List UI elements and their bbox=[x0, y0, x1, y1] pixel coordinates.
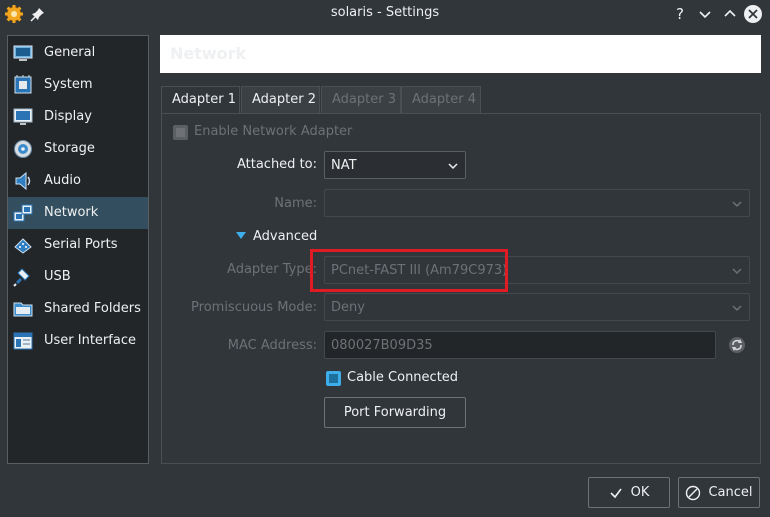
mac-address-value: 080027B09D35 bbox=[331, 338, 433, 353]
promiscuous-mode-select[interactable]: Deny bbox=[324, 293, 750, 321]
chevron-down-icon bbox=[732, 201, 742, 208]
sidebar-item-label: Storage bbox=[44, 141, 95, 156]
adapter-type-label: Adapter Type: bbox=[227, 262, 317, 277]
promiscuous-mode-value: Deny bbox=[331, 300, 365, 315]
ok-button[interactable]: OK bbox=[588, 477, 670, 508]
sidebar-item-serial-ports[interactable]: Serial Ports bbox=[8, 229, 148, 261]
general-icon bbox=[13, 45, 33, 61]
maximize-icon bbox=[724, 9, 736, 17]
name-label: Name: bbox=[274, 196, 317, 211]
ok-label: OK bbox=[630, 485, 650, 500]
page-title: Network bbox=[170, 44, 247, 63]
network-icon bbox=[13, 204, 33, 222]
chevron-down-icon bbox=[448, 163, 458, 170]
sidebar-item-label: User Interface bbox=[44, 333, 136, 348]
maximize-button[interactable] bbox=[720, 4, 740, 24]
sidebar-item-label: Shared Folders bbox=[44, 301, 141, 316]
tab-adapter-1[interactable]: Adapter 1 bbox=[161, 86, 240, 114]
port-forwarding-button[interactable]: Port Forwarding bbox=[324, 397, 466, 428]
sidebar-item-display[interactable]: Display bbox=[8, 101, 148, 133]
user-interface-icon bbox=[13, 332, 33, 350]
storage-icon bbox=[14, 140, 32, 158]
sidebar-item-user-interface[interactable]: User Interface bbox=[8, 325, 148, 357]
audio-icon bbox=[15, 171, 31, 191]
advanced-label: Advanced bbox=[253, 229, 318, 244]
attached-to-label: Attached to: bbox=[236, 157, 317, 172]
tab-adapter-4[interactable]: Adapter 4 bbox=[401, 86, 481, 113]
checkmark-icon bbox=[176, 128, 185, 137]
page-header: Network bbox=[160, 35, 761, 73]
help-button[interactable]: ? bbox=[670, 4, 690, 24]
help-icon: ? bbox=[676, 5, 684, 23]
settings-sidebar: General System Display Storage Audio Net… bbox=[7, 35, 149, 464]
checkbox-fill-icon bbox=[329, 374, 338, 383]
title-bar: solaris - Settings ? bbox=[0, 0, 770, 28]
sidebar-item-storage[interactable]: Storage bbox=[8, 133, 148, 165]
sidebar-item-label: Serial Ports bbox=[44, 237, 118, 252]
attached-to-value: NAT bbox=[331, 158, 357, 173]
sidebar-item-label: USB bbox=[44, 269, 71, 284]
enable-adapter-label: Enable Network Adapter bbox=[194, 124, 353, 139]
tab-adapter-3[interactable]: Adapter 3 bbox=[321, 86, 401, 113]
sidebar-item-audio[interactable]: Audio bbox=[8, 165, 148, 197]
close-icon bbox=[744, 5, 762, 23]
display-icon bbox=[13, 108, 33, 125]
mac-address-field[interactable]: 080027B09D35 bbox=[324, 331, 716, 359]
sidebar-item-shared-folders[interactable]: Shared Folders bbox=[8, 293, 148, 325]
name-select[interactable] bbox=[324, 189, 750, 217]
sidebar-item-label: General bbox=[44, 45, 96, 60]
annotation-highlight-box bbox=[310, 249, 508, 292]
window-title: solaris - Settings bbox=[330, 5, 440, 20]
chevron-down-icon bbox=[732, 305, 742, 312]
cancel-button[interactable]: Cancel bbox=[678, 477, 760, 508]
port-forwarding-label: Port Forwarding bbox=[343, 405, 447, 420]
sidebar-item-label: System bbox=[44, 77, 93, 92]
attached-to-select[interactable]: NAT bbox=[324, 151, 466, 179]
cancel-label: Cancel bbox=[708, 485, 753, 500]
promiscuous-mode-label: Promiscuous Mode: bbox=[191, 300, 317, 315]
serial-ports-icon bbox=[14, 238, 32, 254]
check-icon bbox=[610, 488, 622, 498]
close-button[interactable] bbox=[743, 4, 763, 24]
tab-adapter-2[interactable]: Adapter 2 bbox=[241, 86, 320, 113]
sidebar-item-usb[interactable]: USB bbox=[8, 261, 148, 293]
cable-connected-checkbox[interactable] bbox=[326, 371, 341, 386]
refresh-mac-icon[interactable] bbox=[728, 336, 746, 354]
minimize-button[interactable] bbox=[695, 4, 715, 24]
sidebar-item-label: Network bbox=[44, 205, 99, 220]
cancel-icon bbox=[686, 485, 701, 500]
triangle-down-icon bbox=[236, 232, 246, 239]
mac-address-label: MAC Address: bbox=[227, 338, 317, 353]
sidebar-item-label: Audio bbox=[44, 173, 81, 188]
sidebar-item-label: Display bbox=[44, 109, 92, 124]
minimize-icon bbox=[699, 11, 711, 19]
cable-connected-label: Cable Connected bbox=[347, 370, 459, 385]
usb-icon bbox=[13, 268, 30, 287]
chevron-down-icon bbox=[732, 268, 742, 275]
enable-adapter-checkbox[interactable] bbox=[173, 125, 188, 140]
system-icon bbox=[14, 75, 32, 94]
sidebar-item-network[interactable]: Network bbox=[8, 197, 148, 229]
sidebar-item-general[interactable]: General bbox=[8, 37, 148, 69]
shared-folders-icon bbox=[13, 302, 33, 317]
sidebar-item-system[interactable]: System bbox=[8, 69, 148, 101]
